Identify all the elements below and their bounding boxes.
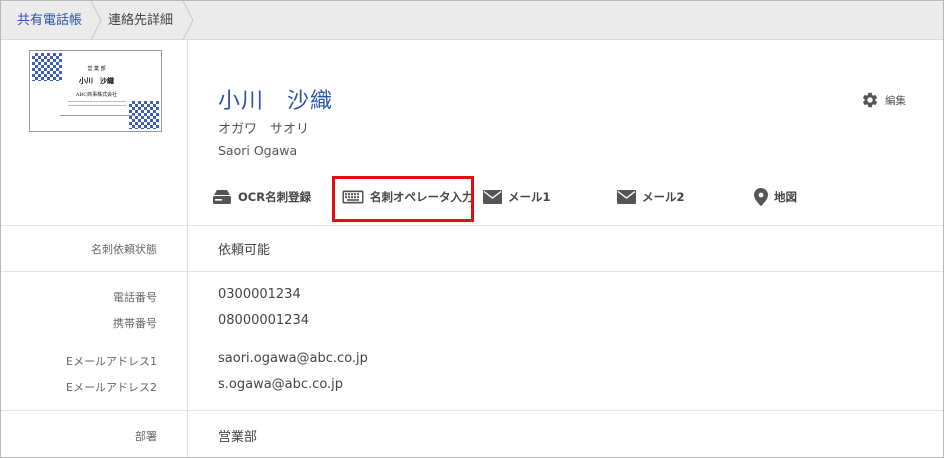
- scanner-icon: [213, 190, 231, 204]
- breadcrumb-root-link[interactable]: 共有電話帳: [17, 1, 82, 40]
- email1-value[interactable]: saori.ogawa@abc.co.jp: [218, 351, 368, 366]
- phone-label: 電話番号: [113, 291, 157, 304]
- breadcrumb-current: 連絡先詳細: [108, 13, 174, 28]
- mobile-label: 携帯番号: [113, 317, 157, 330]
- row-divider: [1, 271, 943, 272]
- mail2-button[interactable]: メール2: [617, 186, 685, 208]
- contact-name-kana: オガワ サオリ: [218, 122, 310, 137]
- card-operator-input-button[interactable]: 名刺オペレータ入力: [342, 186, 474, 208]
- action-label: OCR名刺登録: [238, 190, 312, 204]
- envelope-icon: [483, 190, 502, 204]
- card-department: 営 業 部: [87, 66, 106, 72]
- email1-label: Eメールアドレス1: [66, 355, 157, 368]
- mobile-value[interactable]: 08000001234: [218, 313, 309, 328]
- breadcrumb-separator-icon: [182, 1, 194, 40]
- action-label: メール2: [642, 190, 685, 204]
- gear-icon: [863, 92, 878, 108]
- breadcrumb-separator-icon: [90, 1, 102, 40]
- row-divider: [1, 410, 943, 411]
- action-label: メール1: [508, 190, 551, 204]
- card-contact-line: [60, 115, 134, 117]
- keyboard-icon: [342, 190, 364, 204]
- card-address-line: [68, 101, 126, 103]
- business-card-thumbnail[interactable]: 営 業 部 小川 沙織 ABC商事株式会社: [29, 50, 162, 132]
- department-label: 部署: [135, 430, 157, 443]
- edit-button[interactable]: 編集: [861, 90, 906, 110]
- edit-label: 編集: [885, 94, 906, 107]
- mail1-button[interactable]: メール1: [483, 186, 551, 208]
- request-status-value: 依頼可能: [218, 243, 271, 258]
- email2-value[interactable]: s.ogawa@abc.co.jp: [218, 377, 343, 392]
- map-pin-icon: [754, 188, 768, 206]
- breadcrumb: 共有電話帳 連絡先詳細: [1, 1, 943, 40]
- card-name: 小川 沙織: [79, 76, 114, 85]
- action-label: 地図: [774, 190, 797, 204]
- ocr-card-register-button[interactable]: OCR名刺登録: [212, 186, 311, 208]
- contact-detail-window: 共有電話帳 連絡先詳細 営 業 部 小川 沙織 ABC商事株式会社 小川 沙織 …: [0, 0, 944, 458]
- phone-value[interactable]: 0300001234: [218, 287, 301, 302]
- map-button[interactable]: 地図: [754, 186, 797, 208]
- department-value: 営業部: [218, 430, 258, 445]
- card-company: ABC商事株式会社: [75, 92, 118, 98]
- request-status-label: 名刺依頼状態: [91, 243, 157, 256]
- envelope-icon: [617, 190, 636, 204]
- card-address-line: [68, 105, 126, 107]
- row-divider: [1, 225, 943, 226]
- contact-name-roman: Saori Ogawa: [218, 143, 298, 158]
- email2-label: Eメールアドレス2: [66, 381, 157, 394]
- contact-name: 小川 沙織: [218, 89, 334, 114]
- action-label: 名刺オペレータ入力: [370, 190, 474, 204]
